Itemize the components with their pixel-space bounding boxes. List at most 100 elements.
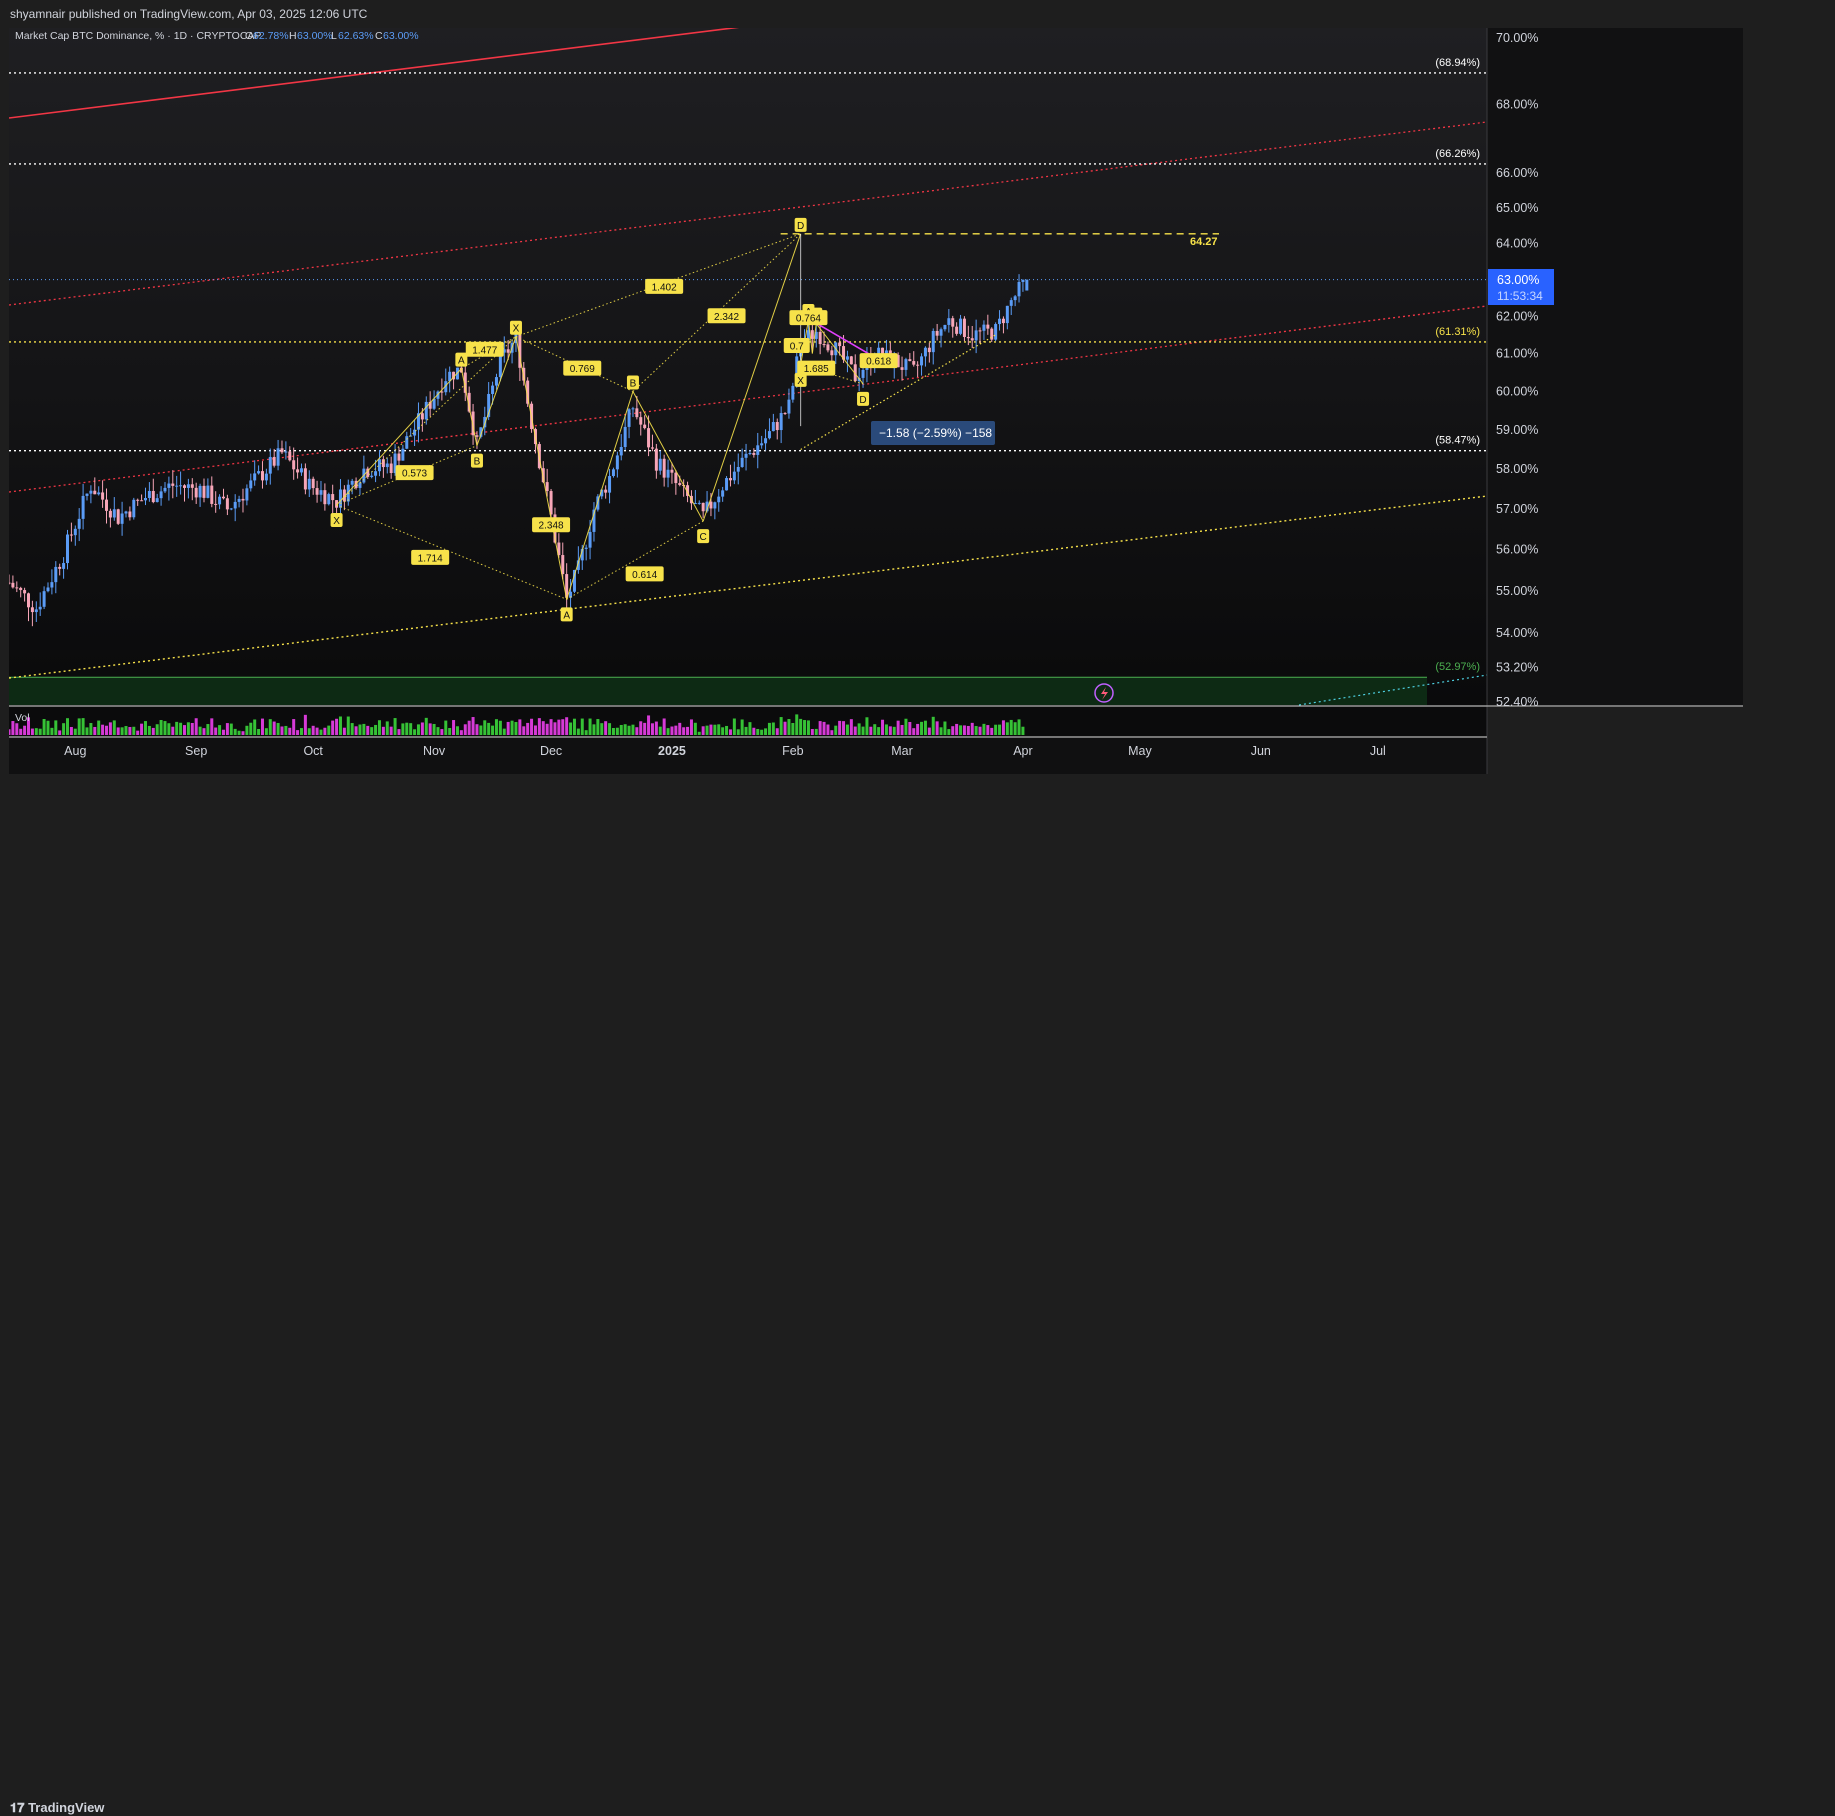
volume-bar	[389, 726, 393, 735]
volume-bar	[1017, 719, 1021, 735]
candle-body	[225, 498, 229, 510]
volume-bar	[143, 721, 147, 735]
volume-bar	[233, 728, 237, 735]
volume-bar	[377, 720, 381, 735]
volume-bar	[756, 728, 760, 735]
volume-bar	[561, 719, 565, 735]
volume-bar	[9, 729, 11, 735]
volume-bar	[623, 724, 627, 735]
point-label: A	[458, 356, 465, 367]
candle-body	[264, 473, 268, 481]
candle-body	[783, 413, 787, 415]
volume-bar	[11, 721, 15, 735]
volume-bar	[686, 726, 690, 735]
candle-body	[198, 485, 202, 498]
ratio-label: 0.764	[796, 314, 821, 325]
candle-body	[491, 385, 495, 394]
candle-body	[994, 324, 998, 340]
volume-bar	[452, 720, 456, 735]
volume-bar	[221, 729, 225, 735]
candle-body	[920, 356, 924, 366]
volume-bar	[935, 721, 939, 735]
volume-bar	[475, 724, 479, 735]
point-label: X	[333, 516, 340, 527]
candle-body	[619, 447, 623, 456]
volume-bar	[338, 716, 342, 735]
volume-bar	[1013, 722, 1017, 735]
volume-bar	[627, 725, 631, 735]
candle-body	[666, 469, 670, 478]
candle-body	[288, 451, 292, 461]
volume-bar	[861, 726, 865, 735]
candle-body	[608, 476, 612, 493]
ratio-label: 0.573	[402, 469, 427, 480]
candle-body	[128, 511, 132, 518]
candle-body	[296, 469, 300, 473]
x-tick-label: Aug	[64, 744, 86, 758]
volume-bar	[943, 721, 947, 735]
volume-bar	[826, 724, 830, 735]
volume-bar	[635, 727, 639, 735]
candle-body	[631, 408, 635, 410]
volume-bar	[830, 730, 834, 735]
volume-bar	[518, 719, 522, 735]
candle-body	[69, 534, 73, 536]
volume-bar	[15, 723, 19, 735]
candle-body	[221, 496, 225, 499]
volume-bar	[155, 724, 159, 735]
volume-bar	[959, 725, 963, 735]
measure-label: −1.58 (−2.59%) −158	[879, 426, 992, 440]
volume-bar	[284, 725, 288, 735]
volume-bar	[268, 719, 272, 735]
candle-body	[370, 475, 374, 477]
volume-bar	[877, 727, 881, 735]
volume-bar	[459, 730, 463, 735]
volume-bar	[428, 723, 432, 735]
volume-bar	[190, 722, 194, 735]
candle-body	[190, 484, 194, 488]
volume-bar	[576, 728, 580, 735]
y-tick-label: 68.00%	[1496, 97, 1538, 111]
chart-frame[interactable]: (68.94%) (66.26%) (61.31%) (58.47%) (52.97%)…	[9, 28, 1743, 895]
candle-body	[822, 344, 826, 346]
volume-bar	[381, 726, 385, 735]
volume-bar	[908, 721, 912, 735]
volume-bar	[50, 727, 54, 735]
candle-body	[401, 448, 405, 461]
volume-bar	[631, 724, 635, 735]
tradingview-logo[interactable]: 𝟏𝟕 TradingView	[10, 1800, 104, 1816]
volume-bar	[218, 725, 222, 735]
legend-o-label: O	[245, 30, 253, 42]
volume-bar	[732, 718, 736, 735]
point-label: B	[474, 457, 481, 468]
chart-svg[interactable]: (68.94%) (66.26%) (61.31%) (58.47%) (52.97%)…	[9, 28, 1743, 895]
volume-bar	[986, 725, 990, 735]
candle-body	[1013, 296, 1017, 301]
volume-bar	[167, 723, 171, 735]
volume-bar	[225, 723, 229, 735]
point-label: X	[797, 376, 804, 387]
volume-bar	[323, 727, 327, 735]
x-tick-label: Apr	[1013, 744, 1032, 758]
price-tag-value: 63.00%	[1497, 273, 1539, 287]
ratio-label: 0.769	[570, 364, 595, 375]
volume-bar	[526, 722, 530, 735]
candle-body	[650, 447, 654, 449]
candle-body	[756, 445, 760, 455]
volume-bar	[951, 726, 955, 735]
candle-body	[584, 547, 588, 549]
candle-body	[966, 336, 970, 339]
legend-h-label: H	[289, 30, 297, 42]
candle-body	[15, 587, 19, 589]
volume-bar	[214, 727, 218, 735]
volume-bar	[545, 723, 549, 735]
candle-body	[931, 330, 935, 353]
volume-bar	[241, 731, 245, 735]
volume-bar	[541, 721, 545, 735]
volume-bar	[670, 726, 674, 735]
candle-body	[947, 318, 951, 325]
candle-body	[943, 324, 947, 330]
candle-body	[30, 607, 34, 613]
volume-bar	[760, 729, 764, 735]
volume-bar	[494, 719, 498, 735]
